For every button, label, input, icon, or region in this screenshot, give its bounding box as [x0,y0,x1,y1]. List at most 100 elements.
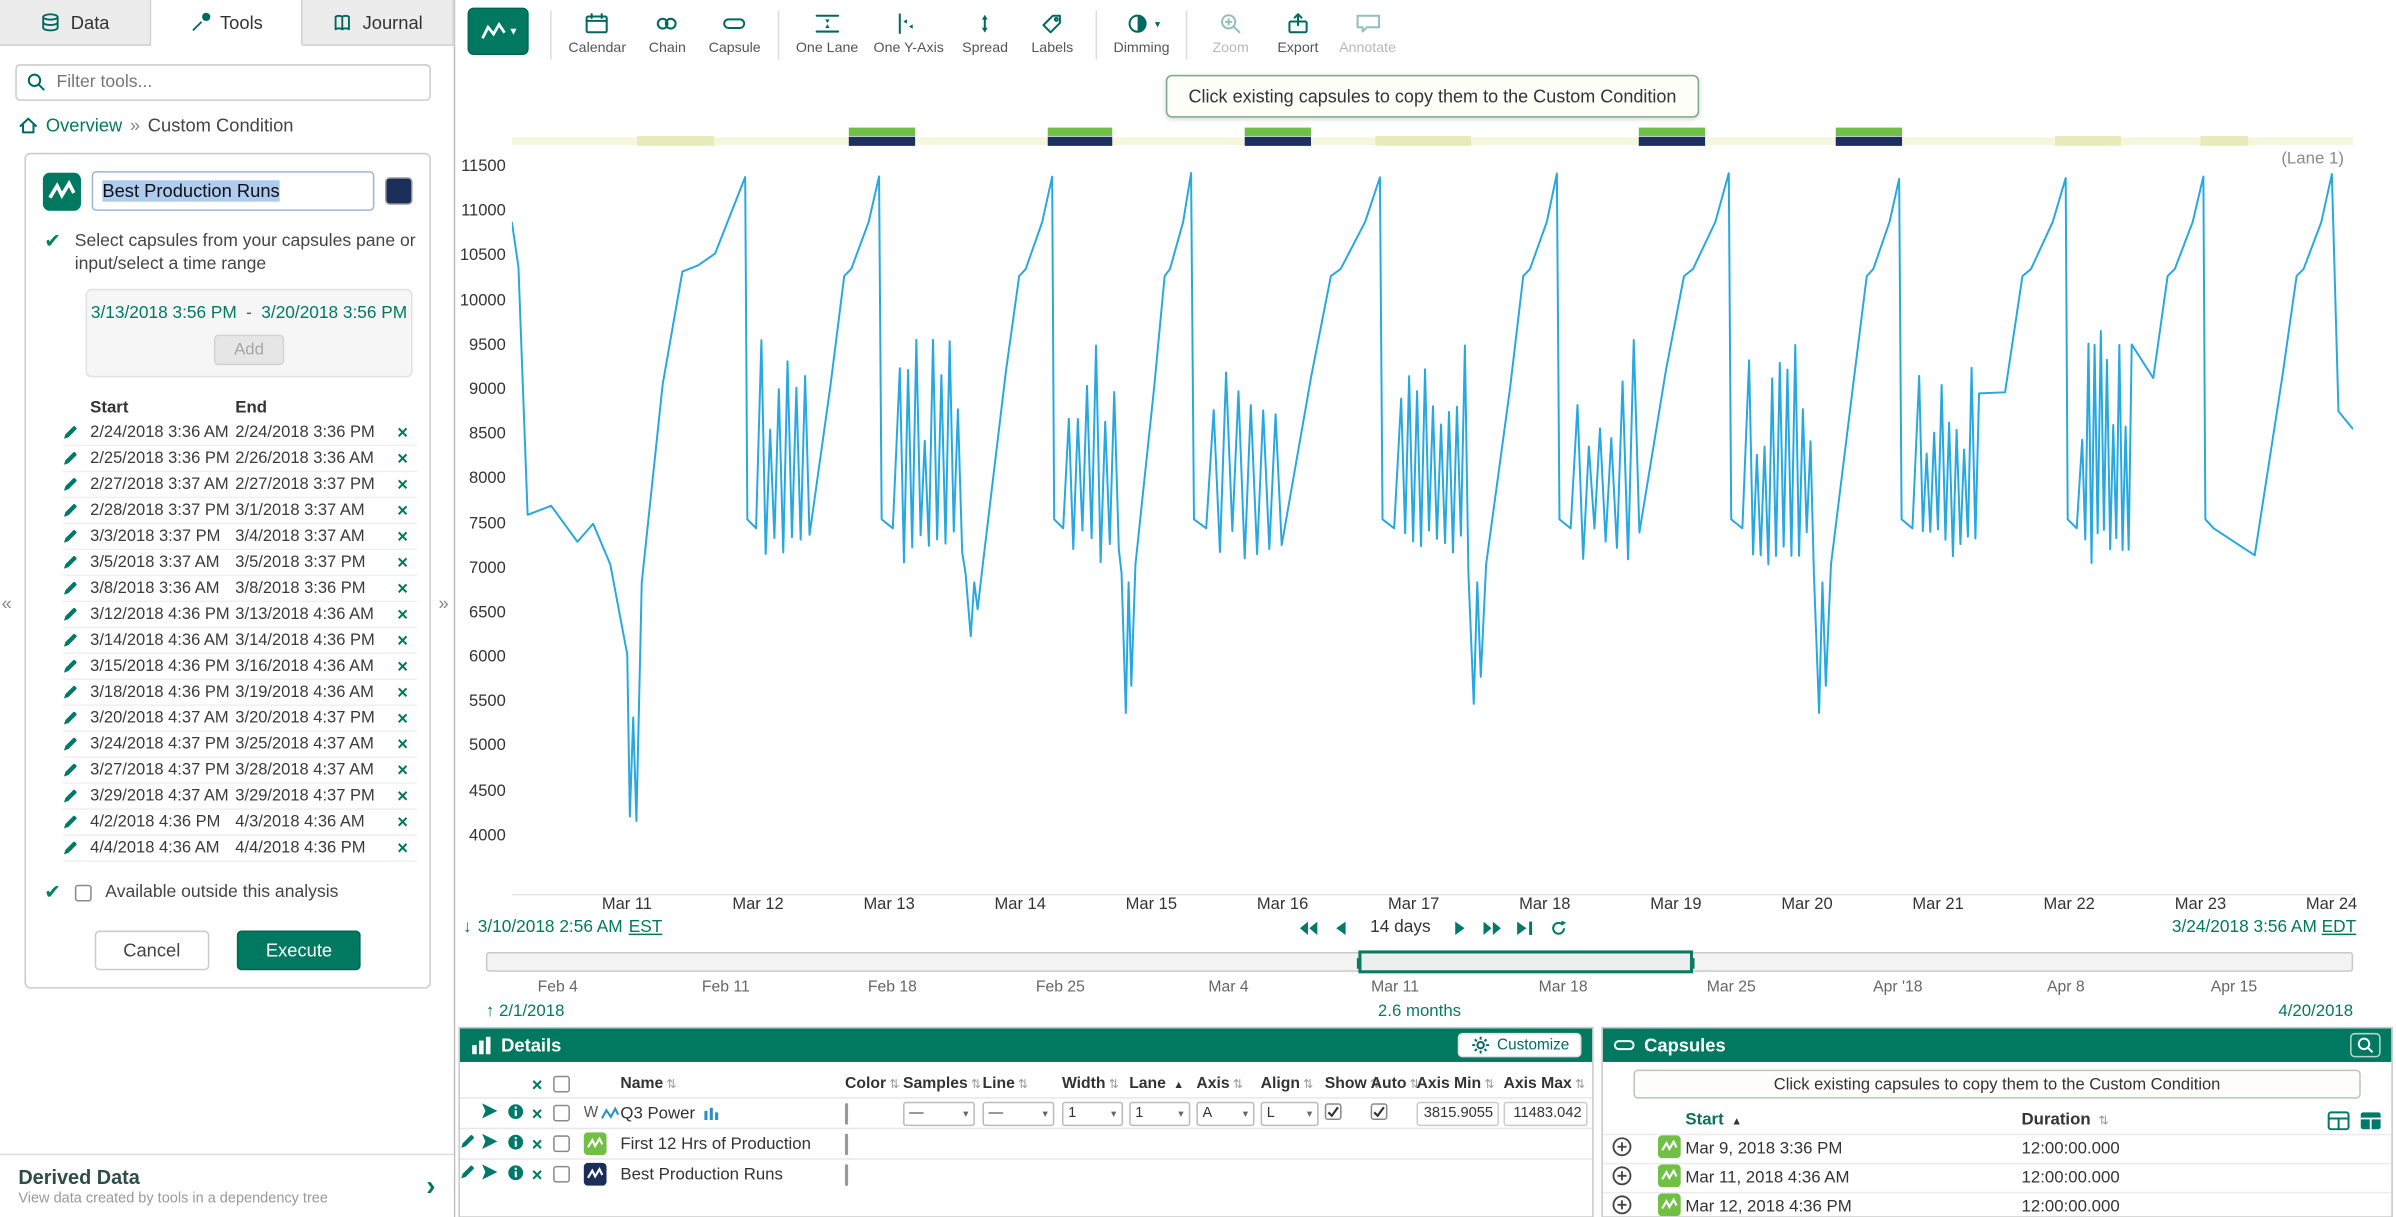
breadcrumb-overview-link[interactable]: Overview [46,115,122,136]
send-item-icon[interactable] [481,1103,498,1118]
item-color-swatch[interactable] [845,1133,848,1154]
home-icon[interactable] [18,116,38,134]
delete-capsule-icon[interactable]: × [380,451,408,466]
capsule-panel-row[interactable]: Mar 12, 2018 4:36 PM 12:00:00.000 [1603,1192,2391,1217]
cancel-button[interactable]: Cancel [94,931,209,971]
toolbar-capsule-button[interactable]: Capsule [701,8,768,55]
selection-left-grip[interactable] [1357,958,1362,969]
condition-capsule-bar[interactable] [849,128,915,136]
details-row[interactable]: × W Q3 Power —▾ —▾ 1▾ 1▾ A▾ L▾ 3815.9055… [460,1097,1592,1128]
edit-capsule-icon[interactable] [63,477,78,492]
select-item-checkbox[interactable] [553,1166,570,1183]
y-axis[interactable]: 1150011000105001000095009000850080007500… [455,157,505,845]
edit-capsule-icon[interactable] [63,840,78,855]
item-name[interactable]: Best Production Runs [620,1165,845,1183]
skip-to-end-icon[interactable] [1516,919,1537,936]
col-auto[interactable]: Auto⇅ [1371,1076,1417,1093]
customize-button[interactable]: Customize [1457,1033,1581,1057]
item-name[interactable]: Q3 Power [620,1104,845,1122]
item-name[interactable]: First 12 Hrs of Production [620,1135,845,1153]
toolbar-one-lane-button[interactable]: One Lane [788,8,866,55]
condition-capsule-bar[interactable] [1836,128,1902,136]
col-axis[interactable]: Axis⇅ [1196,1076,1260,1093]
display-range-duration[interactable]: 14 days [1370,918,1430,936]
delete-capsule-icon[interactable]: × [380,607,408,622]
delete-capsule-icon[interactable]: × [380,581,408,596]
edit-capsule-icon[interactable] [63,659,78,674]
condition-capsule-bar[interactable] [1245,137,1311,146]
delete-capsule-icon[interactable]: × [380,555,408,570]
col-line[interactable]: Line⇅ [983,1076,1062,1093]
zoom-to-capsule-button[interactable] [2350,1033,2381,1057]
delete-capsule-icon[interactable]: × [380,711,408,726]
filter-tools-input[interactable] [15,64,431,101]
condition-capsule-bar[interactable] [1639,128,1705,136]
trend-view-button[interactable]: ▾ [468,8,529,55]
step-back-large-icon[interactable] [1297,919,1318,936]
align-select[interactable]: L▾ [1261,1101,1319,1125]
axis-min-input[interactable]: 3815.9055 [1416,1101,1499,1125]
item-color-swatch[interactable] [845,1102,848,1123]
col-align[interactable]: Align⇅ [1261,1076,1325,1093]
condition-color-swatch[interactable] [385,177,413,205]
delete-capsule-icon[interactable]: × [380,840,408,855]
step-back-icon[interactable] [1330,919,1351,936]
delete-capsule-icon[interactable]: × [380,685,408,700]
samples-style-select[interactable]: —▾ [903,1101,975,1125]
signal-line[interactable] [512,173,2353,821]
delete-capsule-icon[interactable]: × [380,659,408,674]
stats-table-icon[interactable] [2327,1110,2350,1130]
condition-capsule-bar[interactable] [1048,137,1112,146]
edit-capsule-icon[interactable] [63,762,78,777]
edit-capsule-icon[interactable] [63,633,78,648]
col-show[interactable]: Show⇅ [1325,1076,1371,1093]
edit-item-icon[interactable] [460,1164,475,1179]
step-forward-icon[interactable] [1449,919,1470,936]
edit-capsule-icon[interactable] [63,555,78,570]
delete-capsule-icon[interactable]: × [380,477,408,492]
send-item-icon[interactable] [481,1134,498,1149]
condition-capsule-bar[interactable] [1639,137,1705,146]
send-item-icon[interactable] [481,1164,498,1179]
condition-capsule-bar[interactable] [1048,128,1112,136]
collapse-left-icon[interactable]: « [2,593,12,614]
lane-select[interactable]: 1▾ [1129,1101,1189,1125]
timezone-link[interactable]: EDT [2322,918,2357,936]
execute-button[interactable]: Execute [237,931,361,971]
derived-data-section[interactable]: Derived Data View data created by tools … [0,1154,454,1217]
delete-capsule-icon[interactable]: × [380,762,408,777]
edit-capsule-icon[interactable] [63,607,78,622]
line-width-select[interactable]: 1▾ [1062,1101,1122,1125]
edit-capsule-icon[interactable] [63,529,78,544]
edit-capsule-icon[interactable] [63,736,78,751]
tab-journal[interactable]: Journal [303,0,454,44]
delete-capsule-icon[interactable]: × [380,425,408,440]
show-checkbox[interactable] [1325,1103,1342,1120]
step-forward-large-icon[interactable] [1483,919,1504,936]
toolbar-spread-button[interactable]: Spread [951,8,1018,55]
toolbar-one-y-axis-button[interactable]: One Y-Axis [866,8,952,55]
capsule-panel-row[interactable]: Mar 11, 2018 4:36 AM 12:00:00.000 [1603,1163,2391,1192]
tab-tools[interactable]: Tools [151,0,302,46]
delete-capsule-icon[interactable]: × [380,736,408,751]
remove-all-icon[interactable]: × [532,1073,553,1094]
edit-capsule-icon[interactable] [63,581,78,596]
delete-capsule-icon[interactable]: × [380,633,408,648]
toolbar-calendar-button[interactable]: Calendar [561,8,634,55]
overview-timebar[interactable] [486,952,2353,972]
col-samples[interactable]: Samples⇅ [903,1076,982,1093]
select-item-checkbox[interactable] [553,1135,570,1152]
remove-item-icon[interactable]: × [532,1102,553,1123]
col-name[interactable]: Name⇅ [620,1076,845,1093]
axis-max-input[interactable]: 11483.042 [1504,1101,1588,1125]
delete-capsule-icon[interactable]: × [380,529,408,544]
trend-chart[interactable]: (Lane 1) [512,122,2353,895]
collapse-sidebar-icon[interactable]: » [439,593,449,614]
investigate-end[interactable]: 4/20/2018 [486,1002,2353,1020]
item-info-icon[interactable] [507,1133,524,1150]
condition-capsule-bar[interactable] [1836,137,1902,146]
range-end-display[interactable]: 3/24/2018 3:56 AM EDT [2172,918,2356,936]
capsules-col-duration[interactable]: Duration ⇅ [2022,1111,2294,1129]
item-color-swatch[interactable] [845,1164,848,1185]
remove-item-icon[interactable]: × [532,1133,553,1154]
